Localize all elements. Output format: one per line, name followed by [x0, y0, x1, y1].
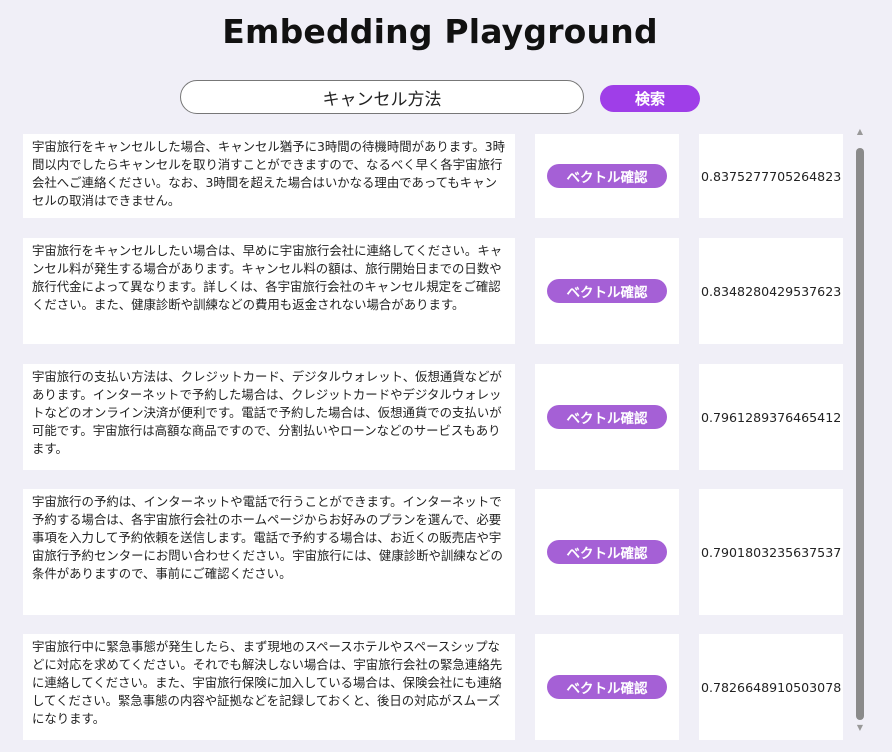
result-row: 宇宙旅行をキャンセルしたい場合は、早めに宇宙旅行会社に連絡してください。キャンセ… [0, 238, 860, 344]
results-list: 宇宙旅行をキャンセルした場合、キャンセル猶予に3時間の待機時間があります。3時間… [0, 126, 892, 752]
scrollbar[interactable]: ▲ ▼ [852, 126, 868, 734]
result-text: 宇宙旅行の支払い方法は、クレジットカード、デジタルウォレット、仮想通貨などがあり… [23, 364, 515, 470]
vector-button-cell: ベクトル確認 [535, 364, 679, 470]
vector-button-cell: ベクトル確認 [535, 238, 679, 344]
result-text: 宇宙旅行をキャンセルした場合、キャンセル猶予に3時間の待機時間があります。3時間… [23, 134, 515, 218]
similarity-score: 0.7901803235637537 [699, 489, 843, 615]
vector-check-button[interactable]: ベクトル確認 [547, 675, 667, 699]
vector-button-cell: ベクトル確認 [535, 489, 679, 615]
result-row: 宇宙旅行中に緊急事態が発生したら、まず現地のスペースホテルやスペースシップなどに… [0, 634, 860, 740]
result-row: 宇宙旅行の支払い方法は、クレジットカード、デジタルウォレット、仮想通貨などがあり… [0, 364, 860, 470]
search-button[interactable]: 検索 [600, 85, 700, 112]
vector-check-button[interactable]: ベクトル確認 [547, 405, 667, 429]
result-row: 宇宙旅行をキャンセルした場合、キャンセル猶予に3時間の待機時間があります。3時間… [0, 134, 860, 240]
vector-button-cell: ベクトル確認 [535, 634, 679, 740]
scroll-down-arrow-icon[interactable]: ▼ [852, 722, 868, 734]
result-text: 宇宙旅行をキャンセルしたい場合は、早めに宇宙旅行会社に連絡してください。キャンセ… [23, 238, 515, 344]
similarity-score: 0.7826648910503078 [699, 634, 843, 740]
scroll-thumb[interactable] [856, 148, 864, 720]
result-text: 宇宙旅行中に緊急事態が発生したら、まず現地のスペースホテルやスペースシップなどに… [23, 634, 515, 740]
vector-check-button[interactable]: ベクトル確認 [547, 164, 667, 188]
search-input[interactable] [180, 80, 584, 114]
result-text: 宇宙旅行の予約は、インターネットや電話で行うことができます。インターネットで予約… [23, 489, 515, 615]
similarity-score: 0.7961289376465412 [699, 364, 843, 470]
scroll-up-arrow-icon[interactable]: ▲ [852, 126, 868, 138]
vector-check-button[interactable]: ベクトル確認 [547, 540, 667, 564]
similarity-score: 0.8348280429537623 [699, 238, 843, 344]
vector-button-cell: ベクトル確認 [535, 134, 679, 218]
page-title: Embedding Playground [222, 12, 658, 51]
result-row: 宇宙旅行の予約は、インターネットや電話で行うことができます。インターネットで予約… [0, 489, 860, 615]
similarity-score: 0.8375277705264823 [699, 134, 843, 218]
vector-check-button[interactable]: ベクトル確認 [547, 279, 667, 303]
